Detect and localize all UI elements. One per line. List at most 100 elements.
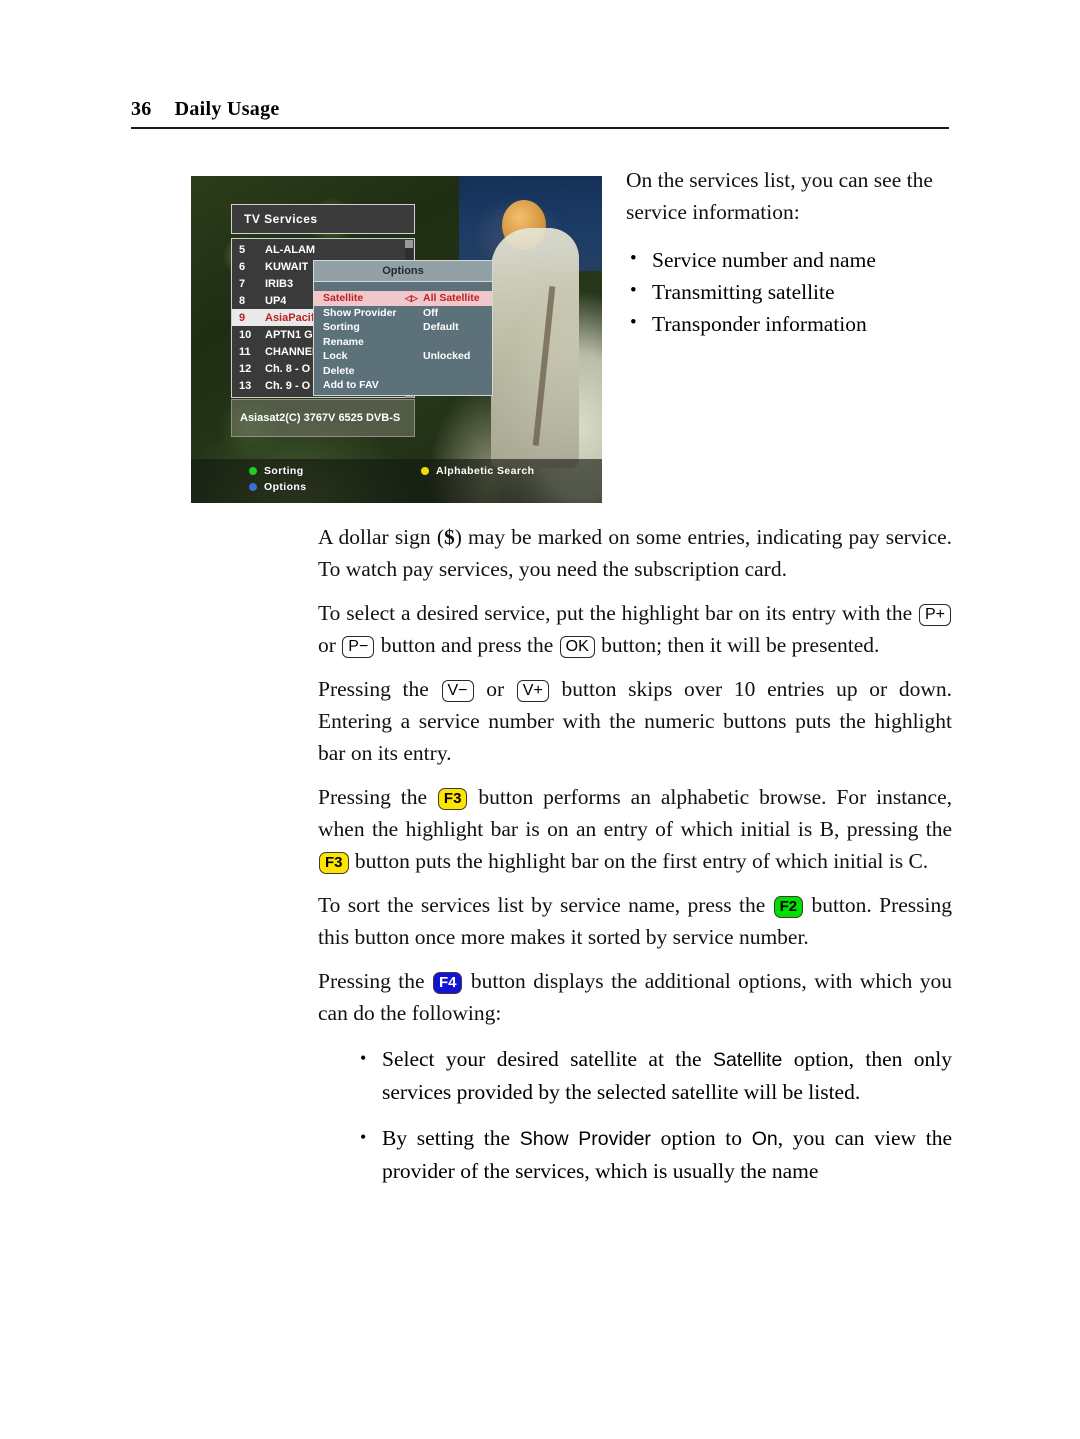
key-f4: F4 bbox=[432, 972, 463, 994]
legend-item-alphabetic-search[interactable]: Alphabetic Search bbox=[421, 465, 534, 477]
options-dialog-row[interactable]: Show Provider Off bbox=[314, 306, 492, 321]
header-rule bbox=[131, 127, 949, 129]
osd-options-title-bar: Options bbox=[314, 261, 492, 282]
main-text-column: A dollar sign ($) may be marked on some … bbox=[318, 521, 952, 1201]
scroll-up-icon[interactable] bbox=[405, 240, 413, 248]
intro-bullet-item: Service number and name bbox=[626, 243, 952, 276]
osd-transponder-info: Asiasat2(C) 3767V 6525 DVB-S bbox=[240, 412, 401, 424]
provider-text-2: option to bbox=[650, 1126, 752, 1150]
key-ok: OK bbox=[559, 636, 595, 658]
left-right-arrows-icon: ◁▷ bbox=[405, 292, 418, 303]
intro-bullet-item: Transmitting satellite bbox=[626, 275, 952, 308]
satellite-text-1: Select your desired satellite at the bbox=[382, 1047, 713, 1071]
green-dot-icon bbox=[249, 467, 257, 475]
osd-options-rows: Satellite ◁▷ All Satellite Show Provider Off… bbox=[314, 282, 492, 393]
osd-options-title: Options bbox=[382, 265, 424, 277]
blue-dot-icon bbox=[249, 483, 257, 491]
ui-term-on: On bbox=[751, 1128, 778, 1150]
f3-text-1: Pressing the bbox=[318, 785, 437, 809]
osd-legend: Sorting Options Alphabetic Search bbox=[191, 459, 602, 503]
chapter-title: Daily Usage bbox=[174, 98, 280, 120]
options-dialog-row[interactable]: Sorting Default bbox=[314, 320, 492, 335]
tv-screenshot-figure: TV Services 5 AL-ALAM 6 KUWAIT 7 IRIB3 8 UP4 9 As… bbox=[191, 176, 602, 503]
service-number: 9 bbox=[239, 311, 246, 324]
page-header: 36 Daily Usage bbox=[131, 98, 949, 121]
intro-lead-paragraph: On the services list, you can see the se… bbox=[626, 168, 933, 224]
service-name: CHANNEL bbox=[265, 345, 319, 358]
legend-label-alphabetic-search: Alphabetic Search bbox=[436, 465, 535, 477]
skip-text-2: or bbox=[474, 677, 516, 701]
service-number: 5 bbox=[239, 243, 246, 256]
key-p-minus: P− bbox=[342, 636, 375, 658]
service-number: 13 bbox=[239, 379, 252, 392]
dollar-symbol: $ bbox=[443, 525, 455, 549]
legend-label-options: Options bbox=[264, 481, 307, 493]
ui-term-satellite: Satellite bbox=[712, 1049, 783, 1071]
service-number: 12 bbox=[239, 362, 252, 375]
paragraph-f2-sort: To sort the services list by service nam… bbox=[318, 889, 952, 953]
options-bullet-satellite: Select your desired satellite at the Sat… bbox=[354, 1042, 952, 1108]
key-f3-first: F3 bbox=[437, 788, 468, 810]
yellow-dot-icon bbox=[421, 467, 429, 475]
provider-text-1: By setting the bbox=[382, 1126, 520, 1150]
service-name: AsiaPacif bbox=[265, 311, 315, 324]
paragraph-f4-options: Pressing the F4 button displays the addi… bbox=[318, 965, 952, 1029]
service-name: UP4 bbox=[265, 294, 287, 307]
paragraph-skip-entries: Pressing the V− or V+ button skips over … bbox=[318, 673, 952, 769]
options-dialog-row[interactable]: Rename bbox=[314, 335, 492, 350]
service-number: 7 bbox=[239, 277, 246, 290]
intro-column: On the services list, you can see the se… bbox=[626, 164, 952, 340]
option-label: Satellite bbox=[323, 292, 364, 305]
options-dialog-row[interactable]: Satellite ◁▷ All Satellite bbox=[314, 291, 492, 306]
service-name: KUWAIT bbox=[265, 260, 309, 273]
option-label: Show Provider bbox=[323, 306, 397, 319]
dollar-text-1: A dollar sign ( bbox=[318, 525, 444, 549]
select-text-3: button and press the bbox=[375, 633, 559, 657]
service-name: AL-ALAM bbox=[265, 243, 316, 256]
paragraph-dollar-sign: A dollar sign ($) may be marked on some … bbox=[318, 521, 952, 585]
f2-text-1: To sort the services list by service nam… bbox=[318, 893, 773, 917]
service-number: 10 bbox=[239, 328, 252, 341]
osd-window-title-bar: TV Services bbox=[231, 204, 415, 234]
options-bullet-list: Select your desired satellite at the Sat… bbox=[354, 1042, 952, 1187]
paragraph-select-service: To select a desired service, put the hig… bbox=[318, 597, 952, 661]
service-name: APTN1 G bbox=[265, 328, 313, 341]
select-text-1: To select a desired service, put the hig… bbox=[318, 601, 918, 625]
option-label: Lock bbox=[323, 350, 348, 363]
service-name: Ch. 8 - O bbox=[265, 362, 311, 375]
ui-term-show-provider: Show Provider bbox=[519, 1128, 651, 1150]
option-label: Rename bbox=[323, 335, 364, 348]
key-p-plus: P+ bbox=[918, 604, 951, 626]
select-text-4: button; then it will be presented. bbox=[595, 633, 880, 657]
service-number: 8 bbox=[239, 294, 246, 307]
osd-window-title: TV Services bbox=[244, 212, 318, 226]
service-name: IRIB3 bbox=[265, 277, 294, 290]
options-dialog-row[interactable]: Lock Unlocked bbox=[314, 349, 492, 364]
service-number: 6 bbox=[239, 260, 246, 273]
option-label: Add to FAV bbox=[323, 379, 379, 392]
option-value: Unlocked bbox=[423, 350, 471, 363]
osd-transponder-info-bar: Asiasat2(C) 3767V 6525 DVB-S bbox=[231, 399, 415, 437]
legend-label-sorting: Sorting bbox=[264, 465, 304, 477]
page-number: 36 bbox=[131, 98, 152, 120]
key-f3-second: F3 bbox=[319, 852, 349, 874]
legend-item-sorting[interactable]: Sorting bbox=[249, 465, 304, 477]
option-value: Default bbox=[423, 321, 459, 334]
option-value: All Satellite bbox=[423, 292, 480, 305]
key-f2: F2 bbox=[773, 896, 804, 918]
legend-item-options[interactable]: Options bbox=[249, 481, 306, 493]
intro-bullet-item: Transponder information bbox=[626, 307, 952, 340]
options-dialog-row[interactable]: Add to FAV bbox=[314, 378, 492, 393]
key-v-minus: V− bbox=[441, 680, 474, 702]
service-list-row[interactable]: 5 AL-ALAM bbox=[232, 241, 414, 258]
option-label: Delete bbox=[323, 364, 355, 377]
option-value: Off bbox=[423, 306, 439, 319]
key-v-plus: V+ bbox=[516, 680, 549, 702]
osd-options-dialog[interactable]: Options Satellite ◁▷ All Satellite Show Pro… bbox=[313, 260, 493, 396]
f4-text-1: Pressing the bbox=[318, 969, 432, 993]
options-bullet-show-provider: By setting the Show Provider option to O… bbox=[354, 1121, 952, 1187]
options-dialog-row[interactable]: Delete bbox=[314, 364, 492, 379]
option-label: Sorting bbox=[323, 321, 360, 334]
select-text-2: or bbox=[318, 633, 342, 657]
f3-text-3: button puts the highlight bar on the fir… bbox=[349, 849, 929, 873]
